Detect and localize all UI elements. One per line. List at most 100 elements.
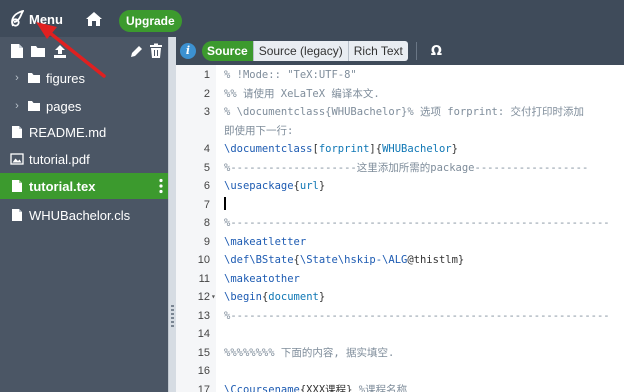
code-text: % !Mode:: "TeX:UTF-8": [224, 66, 357, 85]
line-number: 7: [203, 198, 210, 211]
fold-toggle-icon[interactable]: ▾: [211, 288, 216, 307]
new-folder-icon[interactable]: [30, 43, 46, 59]
code-token: \State\hskip-\ALG: [299, 254, 408, 266]
tree-item-readme[interactable]: README.md: [0, 119, 175, 145]
line-number: 15: [197, 346, 210, 359]
code-token: \begin: [224, 291, 262, 303]
line-number: 8: [203, 217, 210, 229]
tree-item-label: README.md: [29, 124, 107, 140]
code-text: %--------------------这里添加所需的package-----…: [224, 159, 588, 178]
chevron-right-icon[interactable]: ›: [10, 100, 24, 112]
sidebar-splitter[interactable]: [168, 37, 176, 392]
file-icon: [12, 209, 22, 221]
file-options-menu-icon[interactable]: [159, 178, 163, 194]
line-number: 4: [203, 143, 210, 155]
code-text: %---------------------------------------…: [224, 214, 610, 233]
editor-mode-tabs: Source Source (legacy) Rich Text: [202, 41, 408, 61]
line-number: 3: [203, 106, 210, 118]
code-text: %%%%%%%% 下面的内容, 据实填空.: [224, 344, 394, 363]
tree-item-whubachelor-cls[interactable]: WHUBachelor.cls: [0, 202, 175, 228]
code-token: \makeatother: [224, 272, 300, 285]
tree-item-label: figures: [46, 70, 86, 86]
code-token: %--------------------这里添加所需的package-----…: [224, 161, 589, 174]
info-icon[interactable]: i: [180, 43, 196, 59]
code-token: \makeatletter: [224, 235, 307, 248]
tree-item-pages[interactable]: › pages: [0, 93, 175, 119]
code-text: 即使用下一行:: [224, 122, 293, 141]
file-sidebar: › figures › pages README.md tutorial.pdf…: [0, 37, 175, 392]
code-token: {XXX课程}: [299, 383, 359, 392]
code-token: ]{: [369, 143, 383, 155]
delete-trash-icon[interactable]: [149, 43, 163, 59]
code-token: }: [318, 180, 326, 192]
tree-item-figures[interactable]: › figures: [0, 65, 175, 91]
top-bar: Menu Upgrade: [0, 0, 624, 37]
line-number: 16: [197, 365, 210, 377]
code-text: \Ccoursename{XXX课程} %课程名称: [224, 381, 407, 392]
code-text: \makeatother: [224, 270, 300, 289]
file-icon: [12, 126, 22, 138]
editor-toolbar: i Source Source (legacy) Rich Text Ω: [176, 37, 624, 65]
line-number: 11: [198, 272, 210, 285]
code-text: %% 请使用 XeLaTeX 编译本文.: [224, 85, 380, 104]
upgrade-button[interactable]: Upgrade: [119, 10, 182, 32]
tree-item-label: tutorial.pdf: [29, 151, 90, 167]
tree-item-label: tutorial.tex: [29, 178, 96, 194]
line-number: 10: [197, 254, 210, 266]
tab-source-legacy[interactable]: Source (legacy): [253, 41, 349, 61]
text-cursor: [224, 196, 226, 210]
code-text: \documentclass[forprint]{WHUBachelor}: [224, 140, 458, 159]
tab-rich-text[interactable]: Rich Text: [348, 41, 408, 61]
tab-source[interactable]: Source: [202, 41, 254, 61]
code-text: \begin{document}: [224, 288, 325, 307]
tree-item-label: WHUBachelor.cls: [29, 207, 131, 223]
drag-grip-icon[interactable]: [171, 305, 174, 327]
line-number: 2: [203, 87, 210, 100]
home-icon[interactable]: [85, 10, 103, 28]
code-text: \def\BState{\State\hskip-\ALG@thistlm}: [224, 251, 464, 270]
folder-icon: [28, 73, 40, 83]
code-token: % !Mode:: "TeX:UTF-8": [224, 69, 357, 81]
menu-button[interactable]: Menu: [10, 10, 63, 28]
code-token: % \documentclass{WHUBachelor}% 选项 forpri…: [224, 106, 585, 118]
symbol-palette-button[interactable]: Ω: [431, 44, 442, 59]
code-token: 即使用下一行:: [224, 124, 294, 137]
line-number: 5: [203, 161, 210, 174]
image-file-icon: [10, 153, 24, 165]
code-token: \documentclass: [224, 143, 313, 155]
upload-icon[interactable]: [52, 43, 68, 59]
line-number: 6: [203, 180, 210, 192]
line-number: 13: [197, 309, 210, 322]
code-token: @thistlm}: [407, 254, 465, 266]
code-token: %%%%%%%% 下面的内容, 据实填空.: [224, 346, 395, 359]
code-token: %---------------------------------------…: [224, 217, 610, 229]
new-file-icon[interactable]: [10, 43, 24, 59]
line-number: 17: [197, 383, 210, 392]
code-text: [224, 196, 226, 215]
line-number: 12: [197, 291, 210, 303]
code-token: WHUBachelor: [382, 143, 452, 155]
code-token: document: [268, 291, 319, 303]
line-number: 1: [203, 69, 210, 81]
code-text: \makeatletter: [224, 233, 306, 252]
tree-item-tutorial-pdf[interactable]: tutorial.pdf: [0, 146, 175, 172]
tree-item-tutorial-tex[interactable]: tutorial.tex: [0, 173, 175, 199]
code-token: forprint: [318, 143, 370, 155]
code-token: %课程名称: [358, 383, 408, 392]
code-token: }: [451, 143, 458, 155]
overleaf-logo-icon: [11, 10, 24, 27]
toolbar-divider: [415, 42, 417, 60]
code-editor[interactable]: 1 % !Mode:: "TeX:UTF-8"2 %% 请使用 XeLaTeX 编译…: [176, 65, 624, 392]
file-tree-toolbar: [0, 37, 175, 65]
code-token: \def\BState: [224, 254, 294, 266]
menu-label: Menu: [29, 11, 63, 27]
code-token: \usepackage: [224, 180, 294, 192]
rename-pencil-icon[interactable]: [129, 43, 143, 59]
code-token: \Ccoursename: [224, 383, 300, 392]
tree-item-label: pages: [46, 98, 82, 114]
code-token: }: [318, 291, 326, 303]
chevron-right-icon[interactable]: ›: [10, 72, 24, 84]
line-number: 9: [203, 235, 210, 248]
code-token: url: [299, 180, 319, 192]
file-icon: [12, 180, 22, 192]
